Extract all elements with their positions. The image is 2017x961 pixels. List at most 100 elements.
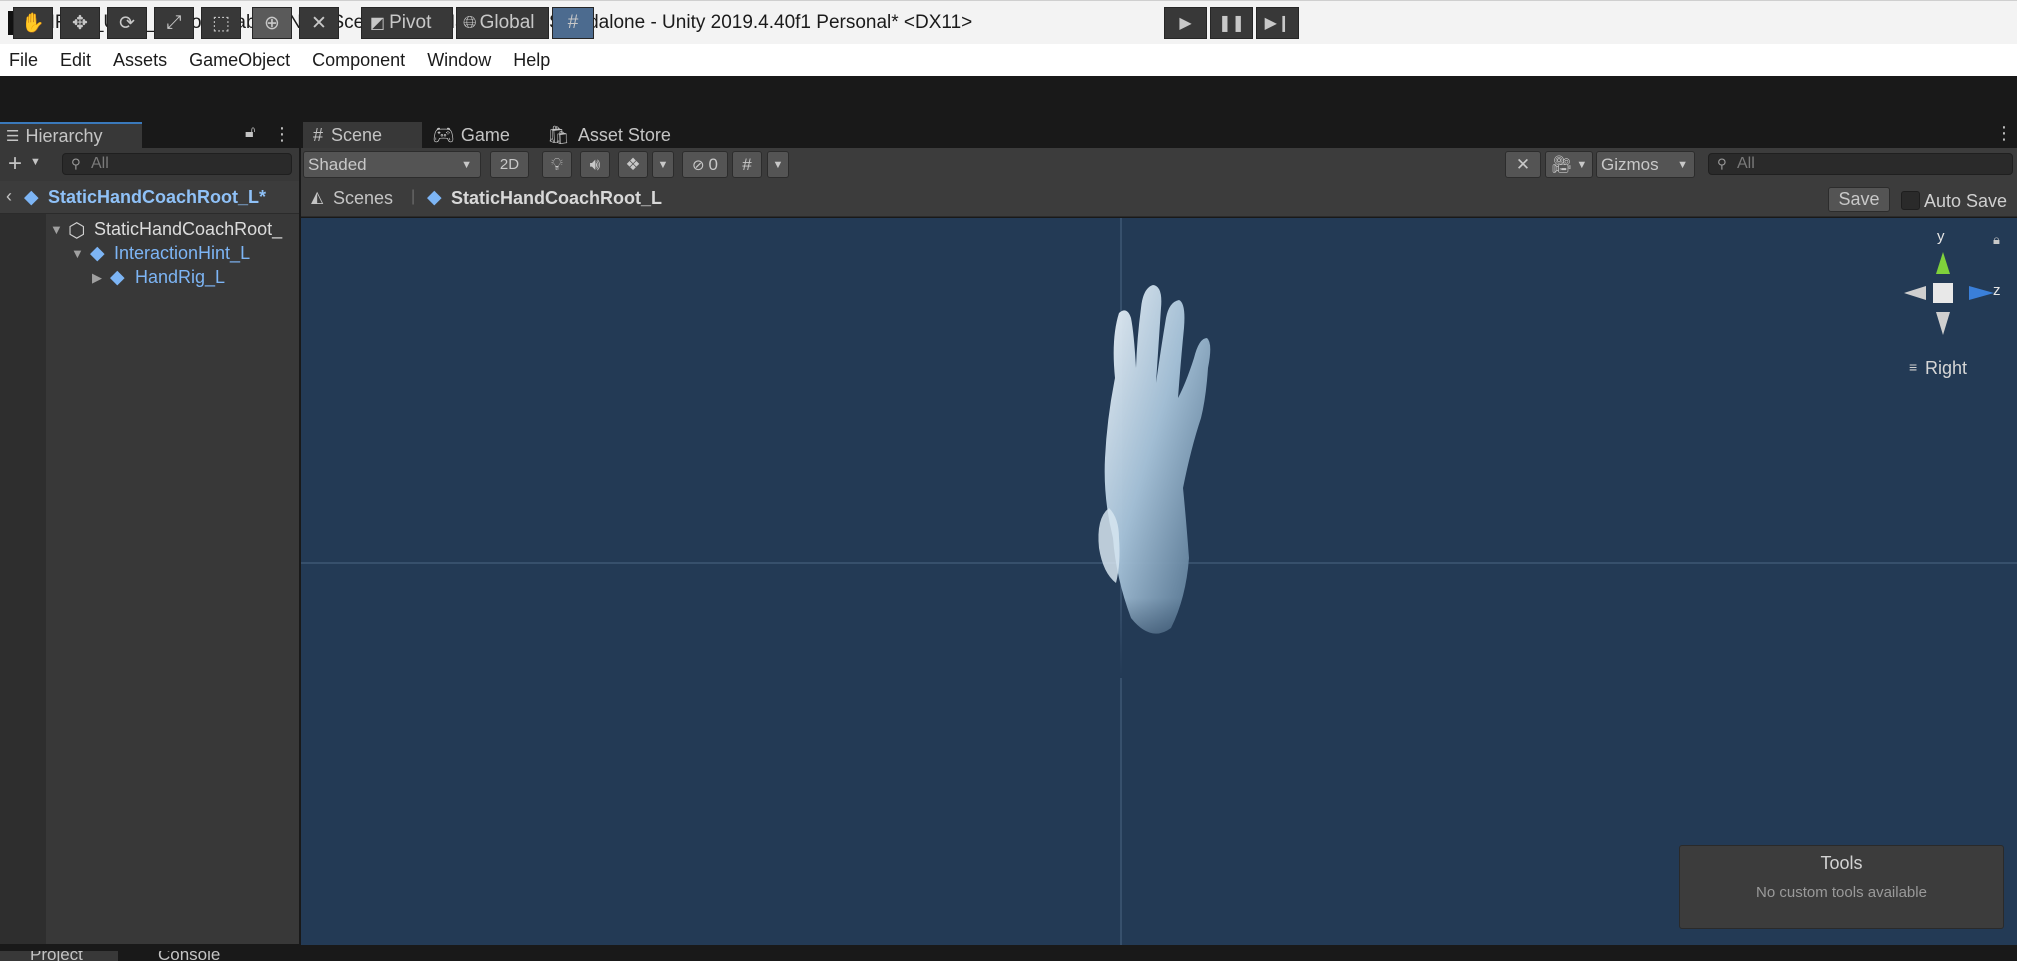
save-button[interactable]: Save bbox=[1828, 187, 1890, 212]
breadcrumb-separator: | bbox=[411, 188, 416, 205]
breadcrumb-prefab[interactable]: StaticHandCoachRoot_L bbox=[451, 188, 662, 209]
chevron-down-icon: ▼ bbox=[657, 158, 669, 171]
pause-icon: ❚❚ bbox=[1218, 15, 1245, 32]
collapse-arrow-icon[interactable]: ▶ bbox=[92, 270, 102, 286]
unity-scenes-icon: ◭ bbox=[311, 189, 324, 206]
rotate-tool-button[interactable]: ⟳ bbox=[107, 7, 147, 39]
hand-model bbox=[1091, 285, 1211, 678]
more-options-icon[interactable]: ⋮ bbox=[1995, 123, 2013, 144]
hierarchy-item-handrig[interactable]: HandRig_L bbox=[135, 267, 225, 288]
gizmos-label: Gizmos bbox=[1601, 154, 1659, 174]
tools-toggle[interactable]: ✕ bbox=[1505, 151, 1541, 178]
tab-scene[interactable]: # Scene bbox=[303, 122, 422, 148]
camera-dropdown[interactable]: 🎥︎ ▼ bbox=[1545, 151, 1593, 178]
menu-bar: File Edit Assets GameObject Component Wi… bbox=[0, 44, 2017, 76]
camera-icon: 🎥︎ bbox=[1550, 154, 1573, 174]
neg-z-axis-cone[interactable] bbox=[1904, 286, 1926, 300]
menu-file[interactable]: File bbox=[9, 50, 38, 71]
pause-button[interactable]: ❚❚ bbox=[1210, 7, 1253, 39]
z-axis-cone[interactable] bbox=[1969, 286, 1994, 300]
auto-save-checkbox[interactable] bbox=[1901, 191, 1920, 210]
view-menu-icon[interactable]: ≡ bbox=[1909, 359, 1917, 375]
gamepad-icon: 🎮︎ bbox=[432, 124, 455, 145]
hierarchy-item-root[interactable]: StaticHandCoachRoot_ bbox=[94, 219, 282, 240]
step-icon: ▶❙ bbox=[1264, 15, 1291, 32]
tab-console[interactable]: Console bbox=[130, 951, 240, 961]
menu-gameobject[interactable]: GameObject bbox=[189, 50, 290, 71]
mode-2d-toggle[interactable]: 2D bbox=[490, 151, 529, 178]
menu-help[interactable]: Help bbox=[513, 50, 550, 71]
shopping-bag-icon: 🛍︎ bbox=[547, 124, 570, 145]
effects-dropdown[interactable]: ▼ bbox=[652, 151, 674, 178]
menu-assets[interactable]: Assets bbox=[113, 50, 167, 71]
custom-tool-button[interactable]: ✕ bbox=[299, 7, 339, 39]
menu-component[interactable]: Component bbox=[312, 50, 405, 71]
tab-hierarchy[interactable]: ☰ Hierarchy bbox=[0, 122, 142, 148]
expand-arrow-icon[interactable]: ▼ bbox=[71, 246, 84, 261]
play-button[interactable]: ▶ bbox=[1164, 7, 1207, 39]
neg-y-axis-cone[interactable] bbox=[1936, 312, 1950, 335]
shading-mode-dropdown[interactable]: Shaded ▼ bbox=[303, 151, 481, 178]
tools-overlay: Tools No custom tools available bbox=[1679, 845, 2004, 929]
tools-icon: ✕ bbox=[1515, 154, 1531, 174]
play-icon: ▶ bbox=[1179, 15, 1192, 32]
create-dropdown-icon[interactable]: ▼ bbox=[30, 156, 41, 168]
view-direction-label[interactable]: Right bbox=[1925, 358, 1967, 379]
eye-hidden-icon: ⊘ bbox=[691, 156, 705, 174]
menu-edit[interactable]: Edit bbox=[60, 50, 91, 71]
step-button[interactable]: ▶❙ bbox=[1256, 7, 1299, 39]
center-cube[interactable] bbox=[1933, 283, 1953, 303]
layers-icon: ❖ bbox=[625, 154, 641, 174]
scene-viewport[interactable]: y z 🔒︎ ≡ Right Tools No custom tools ava… bbox=[301, 218, 2017, 945]
rect-tool-button[interactable]: ⬚ bbox=[201, 7, 241, 39]
create-plus-icon[interactable]: + bbox=[8, 150, 22, 178]
lighting-toggle[interactable]: 💡︎ bbox=[542, 151, 572, 178]
grid-icon: # bbox=[742, 154, 752, 174]
tab-game[interactable]: 🎮︎ Game bbox=[422, 122, 525, 148]
prefab-root-label[interactable]: StaticHandCoachRoot_L* bbox=[48, 187, 266, 208]
gameobject-cube-icon: ⬡ bbox=[68, 220, 86, 242]
scale-tool-button[interactable]: ⤢ bbox=[154, 7, 194, 39]
tab-asset-store[interactable]: 🛍︎ Asset Store bbox=[537, 122, 687, 148]
hand-tool-button[interactable]: ✋ bbox=[13, 7, 53, 39]
gizmo-lock-icon[interactable]: 🔒︎ bbox=[1993, 232, 2000, 248]
lock-icon[interactable]: 🔓︎ bbox=[245, 124, 255, 142]
grid-dropdown[interactable]: ▼ bbox=[767, 151, 789, 178]
hierarchy-search-input[interactable]: ⚲ All bbox=[62, 153, 292, 175]
prefab-cube-icon: ◆ bbox=[24, 187, 39, 208]
move-tool-button[interactable]: ✥ bbox=[60, 7, 100, 39]
grid-toggle[interactable]: # bbox=[732, 151, 762, 178]
tools-overlay-message: No custom tools available bbox=[1756, 884, 1927, 901]
gizmos-dropdown[interactable]: Gizmos ▼ bbox=[1596, 151, 1695, 178]
orientation-gizmo[interactable] bbox=[1904, 252, 1994, 335]
rect-icon: ⬚ bbox=[212, 12, 230, 34]
y-axis-cone[interactable] bbox=[1936, 252, 1950, 274]
back-chevron-icon[interactable]: ‹ bbox=[6, 186, 12, 207]
audio-toggle[interactable]: 🔊︎ bbox=[580, 151, 610, 178]
globe-icon: 🌐︎ bbox=[463, 13, 477, 32]
speaker-icon: 🔊︎ bbox=[589, 154, 601, 174]
global-label: Global bbox=[479, 12, 535, 33]
scene-search-placeholder: All bbox=[1737, 155, 1755, 172]
hidden-objects-toggle[interactable]: ⊘ 0 bbox=[682, 151, 728, 178]
transform-tool-button[interactable]: ⊕ bbox=[252, 7, 292, 39]
move-icon: ✥ bbox=[72, 12, 88, 34]
mode-2d-label: 2D bbox=[499, 156, 520, 173]
hand-icon: ✋ bbox=[21, 13, 45, 34]
breadcrumb-scenes[interactable]: Scenes bbox=[333, 188, 393, 209]
tab-project[interactable]: Project bbox=[0, 951, 118, 961]
more-options-icon[interactable]: ⋮ bbox=[273, 124, 291, 145]
search-icon: ⚲ bbox=[71, 156, 81, 171]
grid-snap-button[interactable]: # bbox=[552, 7, 594, 39]
tab-asset-store-label: Asset Store bbox=[577, 124, 671, 145]
hierarchy-search-placeholder: All bbox=[91, 155, 109, 172]
scale-icon: ⤢ bbox=[166, 12, 182, 33]
menu-window[interactable]: Window bbox=[427, 50, 491, 71]
scene-search-input[interactable]: ⚲ All bbox=[1708, 153, 2013, 175]
pivot-toggle[interactable]: ◩ Pivot bbox=[361, 7, 453, 39]
effects-toggle[interactable]: ❖ bbox=[618, 151, 648, 178]
hierarchy-item-interactionhint[interactable]: InteractionHint_L bbox=[114, 243, 250, 264]
prefab-cube-icon: ◆ bbox=[90, 243, 105, 264]
expand-arrow-icon[interactable]: ▼ bbox=[50, 222, 63, 237]
global-toggle[interactable]: 🌐︎ Global bbox=[456, 7, 549, 39]
